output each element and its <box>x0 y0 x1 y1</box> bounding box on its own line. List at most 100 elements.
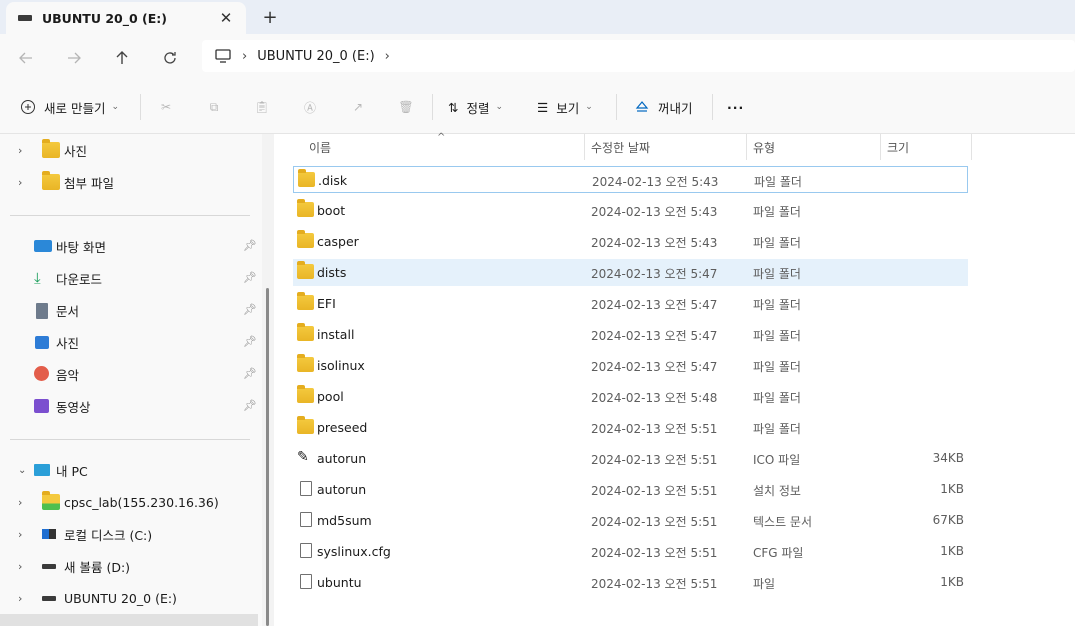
copy-icon[interactable]: ⧉ <box>204 97 224 117</box>
breadcrumb-drive[interactable]: UBUNTU 20_0 (E:) <box>257 49 374 64</box>
sidebar-item-music[interactable]: 음악 📌︎ <box>0 358 258 390</box>
forward-button[interactable] <box>60 44 88 72</box>
file-size: 1KB <box>940 575 964 589</box>
chevron-down-icon[interactable]: ⌄ <box>18 465 30 476</box>
sidebar-item-photos-top[interactable]: › 사진 <box>0 134 258 166</box>
column-divider[interactable] <box>971 134 972 160</box>
sidebar-item-label: 로컬 디스크 (C:) <box>64 527 153 543</box>
folder-icon <box>297 261 314 279</box>
column-header-size[interactable]: 크기 <box>887 134 909 160</box>
rename-icon[interactable]: Ⓐ <box>300 97 320 117</box>
sidebar-item-label: 음악 <box>56 367 80 383</box>
sidebar-item-network-drive[interactable]: › cpsc_lab(155.230.16.36) <box>0 486 258 518</box>
column-divider[interactable] <box>880 134 881 160</box>
delete-icon[interactable]: 🗑︎ <box>396 97 416 117</box>
file-type: 설치 정보 <box>753 484 801 498</box>
add-circle-icon <box>21 100 35 114</box>
file-row[interactable]: ✎ autorun 2024-02-13 오전 5:51 ICO 파일 34KB <box>293 445 968 472</box>
chevron-right-icon[interactable]: › <box>18 176 30 189</box>
file-row[interactable]: pool 2024-02-13 오전 5:48 파일 폴더 <box>293 383 968 410</box>
file-row[interactable]: autorun 2024-02-13 오전 5:51 설치 정보 1KB <box>293 476 968 503</box>
sidebar-item-desktop[interactable]: 바탕 화면 📌︎ <box>0 230 258 262</box>
pin-icon[interactable]: 📌︎ <box>243 239 257 253</box>
download-icon: ⤓ <box>34 269 41 287</box>
file-row[interactable]: isolinux 2024-02-13 오전 5:47 파일 폴더 <box>293 352 968 379</box>
column-header-date[interactable]: 수정한 날짜 <box>591 134 650 160</box>
chevron-right-icon[interactable]: › <box>18 592 30 605</box>
view-button[interactable]: ☰ 보기 ⌄ <box>537 95 593 119</box>
file-row[interactable]: casper 2024-02-13 오전 5:43 파일 폴더 <box>293 228 968 255</box>
file-row[interactable]: syslinux.cfg 2024-02-13 오전 5:51 CFG 파일 1KB <box>293 538 968 565</box>
refresh-button[interactable] <box>156 44 184 72</box>
text-file-icon <box>300 512 312 527</box>
chevron-right-icon[interactable]: › <box>18 528 30 541</box>
sidebar-item-drive-e[interactable]: › UBUNTU 20_0 (E:) <box>0 582 258 614</box>
sidebar-item-downloads[interactable]: ⤓ 다운로드 📌︎ <box>0 262 258 294</box>
sort-button[interactable]: ⇅ 정렬 ⌄ <box>448 95 503 119</box>
close-tab-button[interactable]: ✕ <box>216 8 236 28</box>
file-name: syslinux.cfg <box>317 544 391 559</box>
column-header-name[interactable]: 이름 <box>309 134 331 160</box>
back-button[interactable] <box>12 44 40 72</box>
sidebar-item-videos[interactable]: 동영상 📌︎ <box>0 390 258 422</box>
file-type: 파일 폴더 <box>753 391 801 405</box>
address-bar[interactable]: › UBUNTU 20_0 (E:) › <box>202 40 1075 72</box>
file-date: 2024-02-13 오전 5:51 <box>591 453 718 467</box>
chevron-right-icon[interactable]: › <box>18 560 30 573</box>
tab-current[interactable]: UBUNTU 20_0 (E:) ✕ <box>6 2 246 34</box>
chevron-right-icon[interactable]: › <box>18 496 30 509</box>
windows-drive-icon <box>42 529 56 539</box>
video-icon <box>34 399 49 413</box>
toolbar-divider <box>432 94 433 120</box>
sidebar-item-pictures[interactable]: 사진 📌︎ <box>0 326 258 358</box>
file-name: autorun <box>317 482 367 497</box>
file-name: md5sum <box>317 513 372 528</box>
share-icon[interactable]: ↗ <box>348 97 368 117</box>
file-row[interactable]: .disk 2024-02-13 오전 5:43 파일 폴더 <box>293 166 968 193</box>
folder-icon <box>297 323 314 341</box>
file-date: 2024-02-13 오전 5:43 <box>591 205 718 219</box>
breadcrumb-chevron[interactable]: › <box>385 49 390 64</box>
sidebar-divider <box>10 439 250 440</box>
pin-icon[interactable]: 📌︎ <box>243 399 257 413</box>
sidebar-scrollbar[interactable] <box>266 288 269 626</box>
file-size: 34KB <box>932 451 964 465</box>
column-header-type[interactable]: 유형 <box>753 134 775 160</box>
file-row[interactable]: install 2024-02-13 오전 5:47 파일 폴더 <box>293 321 968 348</box>
pin-icon[interactable]: 📌︎ <box>243 335 257 349</box>
sidebar-item-label: 첨부 파일 <box>64 175 114 191</box>
pin-icon[interactable]: 📌︎ <box>243 303 257 317</box>
file-row[interactable]: dists 2024-02-13 오전 5:47 파일 폴더 <box>293 259 968 286</box>
sidebar-item-label: 다운로드 <box>56 271 103 287</box>
file-row[interactable]: boot 2024-02-13 오전 5:43 파일 폴더 <box>293 197 968 224</box>
folder-icon <box>298 169 315 187</box>
sidebar-item-this-pc[interactable]: ⌄ 내 PC <box>0 454 258 486</box>
column-divider[interactable] <box>746 134 747 160</box>
file-row[interactable]: md5sum 2024-02-13 오전 5:51 텍스트 문서 67KB <box>293 507 968 534</box>
up-arrow-icon <box>116 51 128 64</box>
new-button[interactable]: 새로 만들기 ⌄ <box>20 95 119 119</box>
more-button[interactable]: ··· <box>727 95 744 119</box>
chevron-right-icon[interactable]: › <box>18 144 30 157</box>
pin-icon[interactable]: 📌︎ <box>243 367 257 381</box>
sidebar-item-drive-c[interactable]: › 로컬 디스크 (C:) <box>0 518 258 550</box>
sidebar-item-label: 내 PC <box>56 463 88 479</box>
file-name: install <box>317 327 355 342</box>
sidebar-item-attachments[interactable]: › 첨부 파일 <box>0 166 258 198</box>
document-icon <box>36 303 48 319</box>
column-divider[interactable] <box>584 134 585 160</box>
paste-icon[interactable]: 📋︎ <box>252 97 272 117</box>
eject-button[interactable]: 꺼내기 <box>634 95 693 119</box>
new-tab-button[interactable]: + <box>258 5 282 29</box>
file-size: 67KB <box>932 513 964 527</box>
sidebar-item-label: 사진 <box>64 143 88 159</box>
file-row[interactable]: preseed 2024-02-13 오전 5:51 파일 폴더 <box>293 414 968 441</box>
breadcrumb-separator: › <box>242 48 248 64</box>
file-row[interactable]: ubuntu 2024-02-13 오전 5:51 파일 1KB <box>293 569 968 596</box>
up-button[interactable] <box>108 44 136 72</box>
sidebar-item-documents[interactable]: 문서 📌︎ <box>0 294 258 326</box>
pin-icon[interactable]: 📌︎ <box>243 271 257 285</box>
file-row[interactable]: EFI 2024-02-13 오전 5:47 파일 폴더 <box>293 290 968 317</box>
sidebar-item-drive-d[interactable]: › 새 볼륨 (D:) <box>0 550 258 582</box>
cut-icon[interactable]: ✂ <box>156 97 176 117</box>
